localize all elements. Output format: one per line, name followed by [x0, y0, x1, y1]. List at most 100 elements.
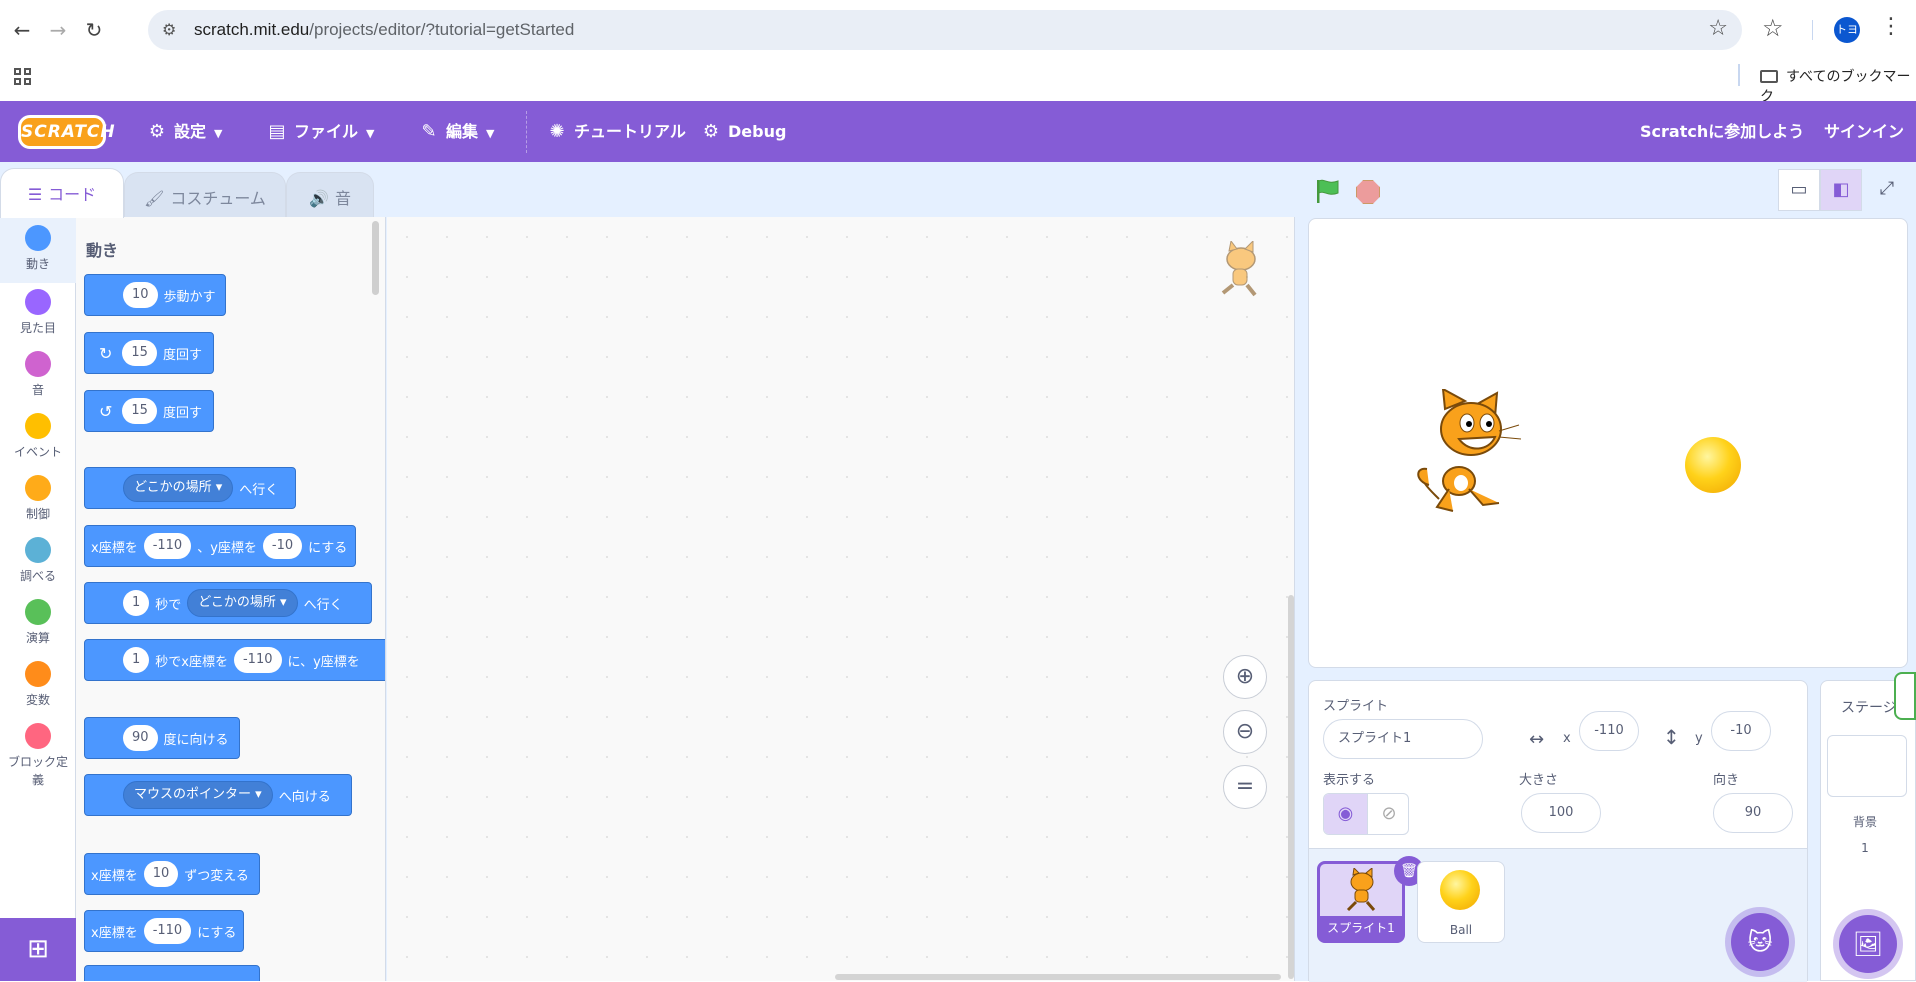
block-point-direction[interactable]: 90 度に向ける: [84, 717, 240, 759]
show-label: 表示する: [1323, 773, 1376, 788]
x-field[interactable]: -110: [1579, 711, 1639, 751]
block-move-steps[interactable]: 10 歩動かす: [84, 274, 226, 316]
normal-stage-button[interactable]: ◧: [1820, 169, 1862, 211]
block-text: 秒でx座標を: [155, 654, 228, 670]
site-info-icon[interactable]: ⚙: [162, 20, 176, 39]
block-goto[interactable]: どこかの場所 ▾ へ行く: [84, 467, 296, 509]
block-point-towards[interactable]: マウスのポインター ▾ へ向ける: [84, 774, 352, 816]
block-glide-xy[interactable]: 1 秒でx座標を -110 に、y座標を: [84, 639, 385, 681]
forward-icon[interactable]: →: [44, 16, 72, 44]
block-turn-right[interactable]: ↻ 15 度回す: [84, 332, 214, 374]
fullscreen-button[interactable]: ⤢: [1866, 169, 1908, 211]
ball-sprite[interactable]: [1685, 437, 1741, 493]
join-scratch-link[interactable]: Scratchに参加しよう: [1640, 119, 1804, 145]
zoom-in-button[interactable]: ⊕: [1223, 655, 1267, 699]
scratch-logo[interactable]: SCRATCH: [18, 115, 115, 149]
profile-avatar[interactable]: トヨ: [1834, 17, 1860, 43]
direction-field[interactable]: 90: [1713, 793, 1793, 833]
stage-target-pane[interactable]: ステージ 背景 1 🖼: [1820, 680, 1916, 981]
y-field[interactable]: -10: [1711, 711, 1771, 751]
show-eye-icon[interactable]: ◉: [1324, 794, 1367, 834]
block-input[interactable]: -110: [233, 647, 282, 673]
block-goto-xy[interactable]: x座標を -110 、y座標を -10 にする: [84, 525, 356, 567]
tab-code[interactable]: ☰ コード: [0, 168, 124, 218]
reload-icon[interactable]: ↻: [80, 16, 108, 44]
sprite-name-field[interactable]: スプライト1: [1323, 719, 1483, 759]
category-my-blocks[interactable]: ブロック定義: [0, 721, 76, 789]
address-bar[interactable]: ⚙ scratch.mit.edu/projects/editor/?tutor…: [148, 10, 1742, 50]
block-change-x[interactable]: x座標を 10 ずつ変える: [84, 853, 260, 895]
tab-sounds[interactable]: 🔊 音: [286, 172, 374, 218]
browser-extension-tab[interactable]: [1894, 672, 1916, 720]
category-looks[interactable]: 見た目: [0, 287, 76, 336]
block-dropdown[interactable]: マウスのポインター ▾: [123, 781, 273, 809]
category-dot: [25, 723, 51, 749]
block-input[interactable]: 90: [123, 725, 158, 751]
block-input[interactable]: -110: [143, 533, 192, 559]
block-text: 度回す: [162, 405, 202, 421]
block-input[interactable]: 10: [143, 861, 179, 887]
block-dropdown[interactable]: どこかの場所 ▾: [187, 589, 298, 617]
category-events[interactable]: イベント: [0, 411, 76, 460]
block-input[interactable]: 1: [123, 590, 150, 616]
cat-sprite[interactable]: [1409, 389, 1539, 519]
settings-menu[interactable]: ⚙ 設定 ▼: [146, 119, 223, 145]
zoom-out-button[interactable]: ⊖: [1223, 710, 1267, 754]
block-input[interactable]: 1: [123, 647, 150, 673]
toolbar-divider: [1812, 20, 1813, 40]
tutorials-button[interactable]: ✺ チュートリアル: [546, 119, 685, 145]
stage-canvas[interactable]: [1308, 218, 1908, 668]
block-partial[interactable]: [84, 965, 260, 981]
zoom-in-icon: ⊕: [1235, 664, 1255, 689]
block-set-x[interactable]: x座標を -110 にする: [84, 910, 244, 952]
debug-gear-icon: ⚙: [702, 121, 720, 142]
block-input[interactable]: 10: [123, 282, 158, 308]
script-horizontal-scrollbar[interactable]: [835, 974, 1281, 980]
block-input[interactable]: 15: [122, 398, 157, 424]
hide-eye-icon[interactable]: ⊘: [1367, 794, 1408, 834]
apps-grid-icon[interactable]: [14, 68, 32, 86]
debug-button[interactable]: ⚙ Debug: [700, 119, 787, 145]
tab-costumes[interactable]: 🖌 コスチューム: [124, 172, 286, 218]
script-area[interactable]: ⊕ ⊖ =: [387, 217, 1295, 981]
block-input[interactable]: -10: [262, 533, 303, 559]
sprite-tile-name: Ball: [1449, 923, 1473, 937]
category-control[interactable]: 制御: [0, 473, 76, 522]
category-sound[interactable]: 音: [0, 349, 76, 398]
block-glide-to[interactable]: 1 秒で どこかの場所 ▾ へ行く: [84, 582, 372, 624]
cat-thumbnail-icon: [1346, 868, 1376, 912]
block-turn-left[interactable]: ↺ 15 度回す: [84, 390, 214, 432]
category-dot: [25, 351, 51, 377]
zoom-reset-button[interactable]: =: [1223, 765, 1267, 809]
category-motion[interactable]: 動き: [0, 217, 76, 283]
file-menu[interactable]: ▤ ファイル ▼: [266, 119, 374, 145]
block-text: に、y座標を: [287, 654, 360, 670]
block-input[interactable]: 15: [122, 340, 157, 366]
palette-scrollbar[interactable]: [372, 221, 379, 295]
category-variables[interactable]: 変数: [0, 659, 76, 708]
all-bookmarks[interactable]: すべてのブックマーク: [1760, 66, 1916, 106]
block-input[interactable]: -110: [143, 918, 192, 944]
add-extension-button[interactable]: ⊞: [0, 918, 76, 981]
signin-link[interactable]: サインイン: [1824, 119, 1904, 145]
file-label: ファイル: [294, 122, 359, 141]
script-vertical-scrollbar[interactable]: [1288, 595, 1294, 979]
bookmark-star-icon[interactable]: ☆: [1708, 16, 1728, 41]
green-flag-icon[interactable]: [1314, 178, 1342, 204]
small-stage-button[interactable]: ▭: [1778, 169, 1820, 211]
chevron-down-icon: ▼: [214, 127, 223, 140]
browser-menu-icon[interactable]: ⋮: [1880, 14, 1902, 39]
back-icon[interactable]: ←: [8, 16, 36, 44]
block-dropdown[interactable]: どこかの場所 ▾: [123, 474, 234, 502]
bookmarks-manager-icon[interactable]: ☆: [1762, 14, 1784, 42]
sprite-tile-ball[interactable]: Ball: [1417, 861, 1505, 943]
edit-menu[interactable]: ✎ 編集 ▼: [418, 119, 494, 145]
category-sensing[interactable]: 調べる: [0, 535, 76, 584]
choose-backdrop-button[interactable]: 🖼: [1839, 915, 1897, 973]
palette-category-title: 動き: [86, 241, 119, 260]
sprite-tile-sprite1[interactable]: スプライト1 🗑: [1317, 856, 1424, 943]
category-operators[interactable]: 演算: [0, 597, 76, 646]
size-field[interactable]: 100: [1521, 793, 1601, 833]
stage-title: ステージ: [1841, 700, 1897, 716]
choose-sprite-button[interactable]: 🐱: [1731, 913, 1789, 971]
